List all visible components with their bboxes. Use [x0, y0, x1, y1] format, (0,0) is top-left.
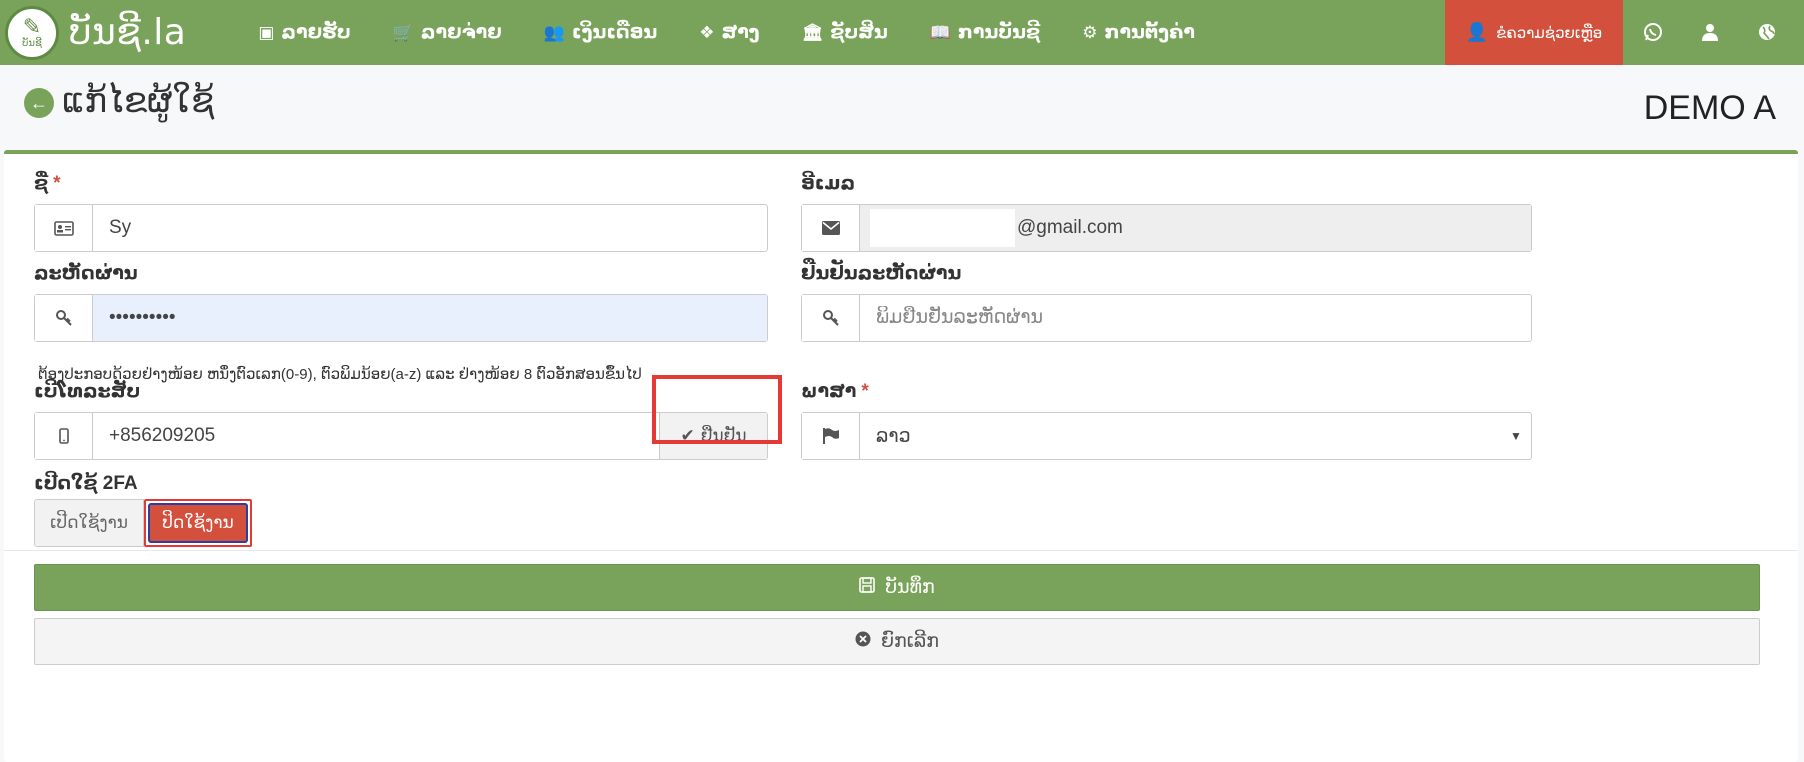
- language-select[interactable]: ລາວ ▼: [801, 412, 1532, 460]
- brand-name: ບັນຊີ.la: [69, 12, 187, 53]
- nav-item-2[interactable]: 👥 ເງິນເດືອນ: [544, 21, 658, 44]
- page-header: ← ແກ້ໄຂຜູ້ໃຊ້ DEMO A: [0, 65, 1804, 150]
- globe-icon[interactable]: [1755, 20, 1779, 44]
- key-icon: [35, 295, 93, 341]
- nav-item-label: ລາຍຈ່າຍ: [420, 22, 502, 43]
- back-arrow-icon[interactable]: ←: [24, 88, 54, 118]
- nav-item-1[interactable]: 🛒 ລາຍຈ່າຍ: [393, 21, 502, 44]
- phone-label: ເບີໂທລະສັບ: [34, 381, 141, 402]
- password-input[interactable]: ••••••••••: [93, 295, 767, 341]
- help-button-label: ຂໍຄວາມຊ່ວຍເຫຼືອ: [1496, 24, 1603, 42]
- language-value: ລາວ: [876, 425, 911, 447]
- email-input-group: @gmail.com: [801, 204, 1532, 252]
- nav-item-label: ຊັບສິນ: [830, 22, 888, 43]
- nav-item-label: ເງິນເດືອນ: [571, 22, 658, 43]
- mobile-icon: [35, 413, 93, 459]
- password-label: ລະຫັດຜ່ານ: [34, 263, 138, 284]
- nav-item-0[interactable]: ▣ ລາຍຮັບ: [258, 21, 350, 44]
- save-icon: [859, 577, 876, 598]
- id-card-icon: [35, 205, 93, 251]
- save-button-label: ບັນທຶກ: [885, 577, 935, 598]
- nav-item-5[interactable]: 📖 ການບັນຊີ: [930, 21, 1040, 44]
- users-icon: 👥: [543, 22, 565, 42]
- language-label: ພາສາ *: [801, 380, 869, 403]
- whatsapp-icon[interactable]: [1641, 20, 1665, 44]
- nav-item-6[interactable]: ⚙ ການຕັ້ງຄ່າ: [1082, 21, 1195, 44]
- page-title: ແກ້ໄຂຜູ້ໃຊ້: [62, 82, 215, 120]
- twofa-label: ເປີດໃຊ້ 2FA: [34, 473, 138, 494]
- money-icon: ▣: [258, 22, 275, 42]
- support-agent-icon: 👤: [1465, 22, 1489, 42]
- cancel-button[interactable]: ຍົກເລີກ: [34, 618, 1760, 665]
- nav-item-label: ການຕັ້ງຄ່າ: [1104, 22, 1195, 43]
- brand-logo-text: ບັນຊີ: [22, 38, 42, 49]
- name-label: ຊື່ *: [34, 172, 61, 195]
- edit-user-card: ຊື່ * ອີເມລ @gmail.com ລະຫັດຜ່ານ ••••••••…: [4, 150, 1798, 762]
- logo-glyph-icon: ✎: [22, 14, 42, 39]
- nav-item-label: ລາຍຮັບ: [281, 22, 351, 43]
- flag-icon: [802, 413, 860, 459]
- nav-item-3[interactable]: ❖ ສາງ: [699, 21, 759, 44]
- caret-down-icon: ▼: [1510, 429, 1522, 443]
- save-button[interactable]: ບັນທຶກ: [34, 564, 1760, 611]
- nav-item-4[interactable]: 🏛 ຊັບສິນ: [802, 21, 888, 44]
- envelope-icon: [802, 205, 860, 251]
- redacted-mask: [870, 209, 1015, 247]
- verify-highlight-box: [652, 375, 782, 444]
- book-icon: 📖: [929, 22, 951, 42]
- help-button[interactable]: 👤 ຂໍຄວາມຊ່ວຍເຫຼືອ: [1445, 0, 1623, 65]
- cancel-button-label: ຍົກເລີກ: [880, 631, 939, 652]
- twofa-disable-button[interactable]: ປິດໃຊ້ງານ: [148, 503, 248, 543]
- required-mark: *: [861, 381, 869, 402]
- name-label-text: ຊື່: [34, 173, 49, 194]
- close-circle-icon: [855, 631, 871, 652]
- email-label: ອີເມລ: [801, 173, 856, 194]
- cart-icon: 🛒: [392, 22, 414, 42]
- main-menu: ▣ ລາຍຮັບ 🛒 ລາຍຈ່າຍ 👥 ເງິນເດືອນ ❖ ສາງ 🏛 ຊັບສິນ 📖 ການ…: [258, 0, 1237, 65]
- divider: [4, 550, 1798, 551]
- confirm-password-input-group: [801, 294, 1532, 342]
- name-input[interactable]: [93, 205, 767, 251]
- cogs-icon: ⚙: [1082, 22, 1098, 42]
- twofa-disable-highlight: ປິດໃຊ້ງານ: [144, 499, 252, 547]
- nav-item-label: ການບັນຊີ: [957, 22, 1041, 43]
- language-label-text: ພາສາ: [801, 381, 857, 402]
- key-icon: [802, 295, 860, 341]
- bank-icon: 🏛: [801, 22, 824, 42]
- twofa-enable-button[interactable]: ເປີດໃຊ້ງານ: [34, 499, 144, 547]
- company-name: DEMO A: [1643, 89, 1776, 127]
- confirm-password-label: ຢືນຢັນລະຫັດຜ່ານ: [801, 263, 962, 284]
- brand[interactable]: ✎ ບັນຊີ ບັນຊີ.la: [0, 0, 186, 65]
- required-mark: *: [53, 173, 61, 194]
- name-input-group: [34, 204, 768, 252]
- user-icon[interactable]: [1698, 20, 1722, 44]
- email-value: @gmail.com: [1017, 217, 1123, 238]
- nav-item-label: ສາງ: [721, 22, 760, 43]
- phone-input[interactable]: [93, 413, 659, 459]
- confirm-password-input[interactable]: [860, 295, 1531, 341]
- email-field[interactable]: @gmail.com: [860, 205, 1531, 251]
- box-icon: ❖: [699, 22, 715, 42]
- twofa-toggle: ເປີດໃຊ້ງານ ປິດໃຊ້ງານ: [34, 499, 252, 547]
- password-input-group: ••••••••••: [34, 294, 768, 342]
- brand-logo: ✎ ບັນຊີ: [5, 5, 59, 60]
